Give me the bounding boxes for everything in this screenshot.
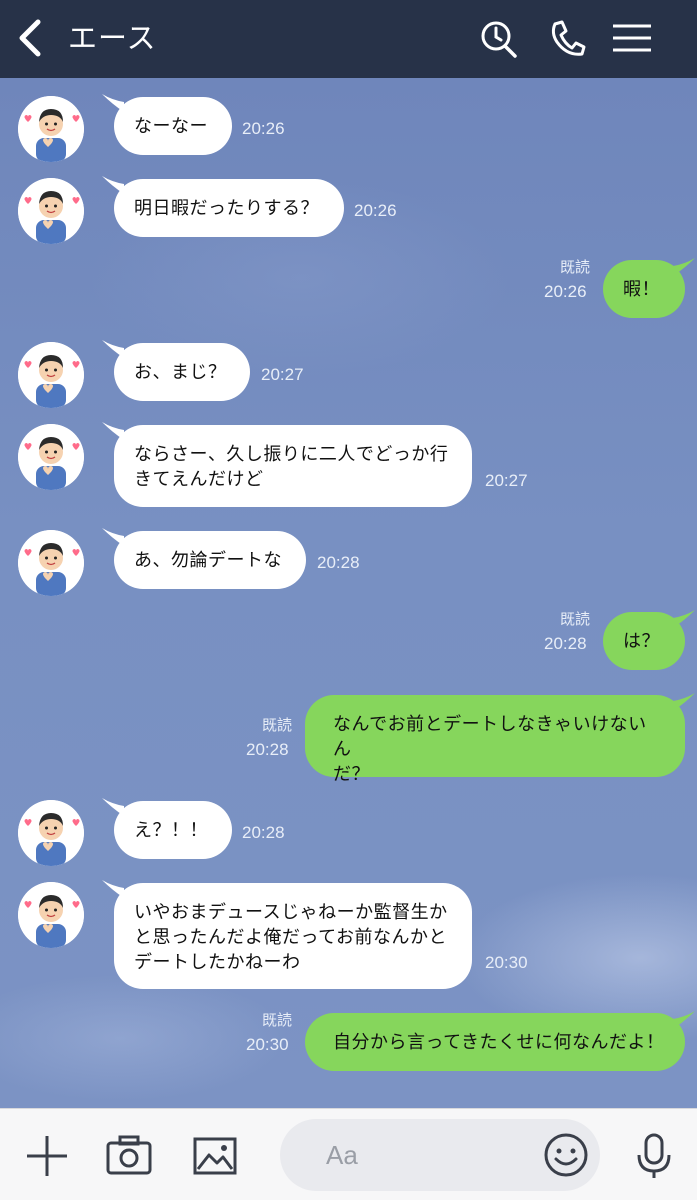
avatar[interactable] <box>18 342 84 408</box>
message-text: 暇！ <box>623 279 660 300</box>
message-time: 20:28 <box>242 823 285 842</box>
read-receipt: 既読 <box>560 258 591 276</box>
chat-title: エース <box>68 21 157 55</box>
message-bubble[interactable]: いやおまデュースじゃねーか監督生か と思ったんだよ俺だってお前なんかと デートし… <box>114 883 472 989</box>
bubble-tail <box>673 1011 695 1029</box>
message-line: いやおまデュースじゃねーか監督生か <box>134 902 448 923</box>
message-bubble[interactable]: お、まじ？ <box>114 343 250 401</box>
image-icon[interactable] <box>192 1133 238 1179</box>
message-text: なーなー <box>134 116 208 137</box>
back-arrow-icon[interactable] <box>14 16 44 60</box>
message-time: 20:30 <box>246 1035 289 1054</box>
avatar[interactable] <box>18 424 84 490</box>
bubble-tail <box>673 610 695 628</box>
message-text: え？！！ <box>134 820 208 841</box>
avatar[interactable] <box>18 96 84 162</box>
bubble-tail <box>673 258 695 276</box>
message-time: 20:30 <box>485 953 528 972</box>
message-time: 20:28 <box>246 740 289 759</box>
message-bubble[interactable]: なーなー <box>114 97 232 155</box>
read-receipt: 既読 <box>560 610 591 628</box>
message-text: 明日暇だったりする？ <box>134 198 319 219</box>
search-icon[interactable] <box>478 16 518 60</box>
avatar[interactable] <box>18 530 84 596</box>
message-bubble[interactable]: 自分から言ってきたくせに何なんだよ！ <box>305 1013 685 1071</box>
message-line: なんでお前とデートしなきゃいけないん <box>333 714 647 760</box>
avatar[interactable] <box>18 178 84 244</box>
message-line: ならさー、久し振りに二人でどっか行 <box>134 444 449 465</box>
message-line: デートしたかねーわ <box>134 952 301 973</box>
microphone-icon[interactable] <box>632 1133 676 1179</box>
message-time: 20:27 <box>261 365 304 384</box>
camera-icon[interactable] <box>106 1133 152 1179</box>
message-line: きてえんだけど <box>134 469 264 490</box>
message-time: 20:26 <box>544 282 587 301</box>
message-bubble[interactable]: え？！！ <box>114 801 232 859</box>
message-input-bar <box>0 1108 697 1200</box>
message-input[interactable] <box>326 1137 526 1173</box>
avatar[interactable] <box>18 882 84 948</box>
message-bubble[interactable]: あ、勿論デートな <box>114 531 306 589</box>
avatar[interactable] <box>18 800 84 866</box>
message-text: あ、勿論デートな <box>134 550 282 571</box>
message-time: 20:26 <box>354 201 397 220</box>
phone-icon[interactable] <box>547 16 587 60</box>
message-line: だ？ <box>333 764 370 785</box>
chat-header: エース <box>0 0 697 78</box>
plus-icon[interactable] <box>24 1133 70 1179</box>
message-bubble[interactable]: なんでお前とデートしなきゃいけないん だ？ <box>305 695 685 785</box>
bubble-tail <box>673 693 695 711</box>
emoji-icon[interactable] <box>543 1132 589 1178</box>
message-time: 20:28 <box>317 553 360 572</box>
message-time: 20:26 <box>242 119 285 138</box>
read-receipt: 既読 <box>262 716 293 734</box>
menu-icon[interactable] <box>612 16 652 60</box>
message-text: 自分から言ってきたくせに何なんだよ！ <box>333 1032 665 1053</box>
message-bubble[interactable]: 明日暇だったりする？ <box>114 179 344 237</box>
message-time: 20:28 <box>544 634 587 653</box>
read-receipt: 既読 <box>262 1011 293 1029</box>
message-text: お、まじ？ <box>134 362 227 383</box>
message-bubble[interactable]: ならさー、久し振りに二人でどっか行 きてえんだけど <box>114 425 472 507</box>
message-time: 20:27 <box>485 471 528 490</box>
message-text: は？ <box>623 631 660 652</box>
chat-area[interactable]: なーなー 20:26 明日暇だったりする？ 20:26 既読 20:26 暇！ … <box>0 78 697 1108</box>
message-input-field[interactable] <box>280 1119 600 1191</box>
message-line: と思ったんだよ俺だってお前なんかと <box>134 927 448 948</box>
